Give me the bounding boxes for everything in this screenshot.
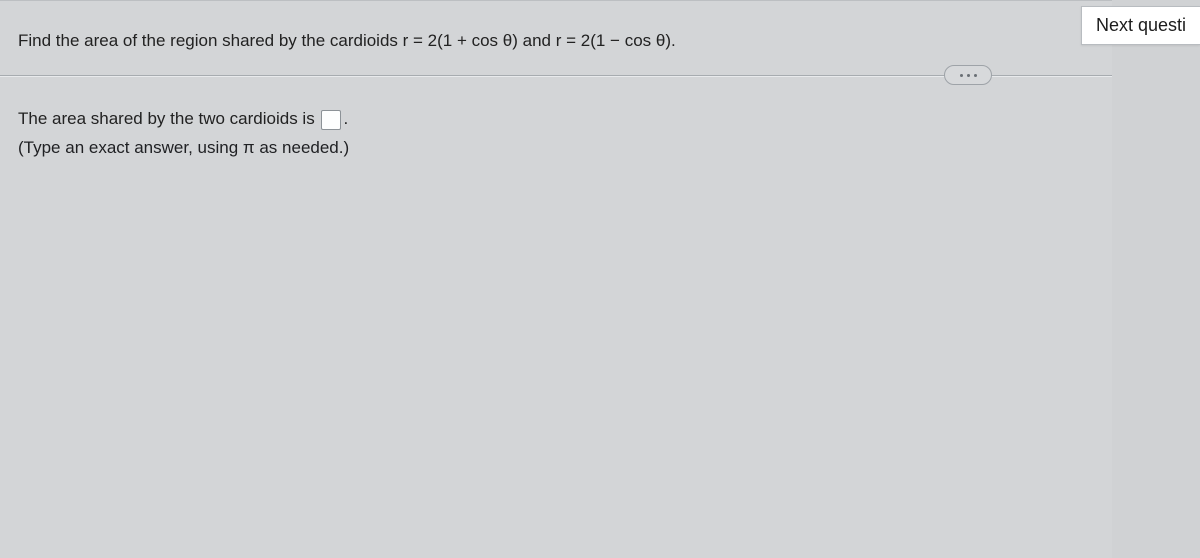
answer-line: The area shared by the two cardioids is … [18, 105, 1094, 134]
ellipsis-icon[interactable] [944, 65, 992, 85]
answer-hint: (Type an exact answer, using π as needed… [18, 134, 1094, 163]
answer-input[interactable] [321, 110, 341, 130]
answer-suffix: . [343, 109, 348, 128]
next-question-button[interactable]: Next questi [1081, 6, 1200, 45]
answer-area: The area shared by the two cardioids is … [0, 77, 1112, 181]
answer-prefix: The area shared by the two cardioids is [18, 109, 319, 128]
question-prompt: Find the area of the region shared by th… [0, 1, 1112, 75]
question-card: Find the area of the region shared by th… [0, 0, 1112, 558]
section-divider [0, 75, 1112, 77]
